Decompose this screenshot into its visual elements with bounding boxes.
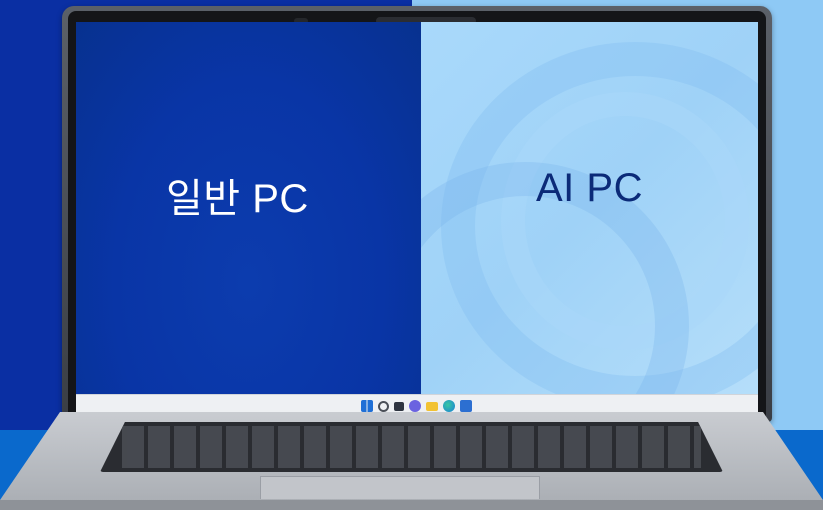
laptop-screen: 일반 PC AI PC (76, 22, 758, 418)
chat-icon[interactable] (409, 400, 421, 412)
keyboard (100, 422, 723, 472)
keyboard-deck (0, 412, 823, 510)
file-explorer-icon[interactable] (426, 402, 438, 411)
edge-browser-icon[interactable] (443, 400, 455, 412)
windows-start-icon[interactable] (361, 400, 373, 412)
normal-pc-panel: 일반 PC (76, 22, 421, 394)
search-icon[interactable] (378, 401, 389, 412)
keyboard-keys (122, 426, 701, 468)
laptop-lid: 일반 PC AI PC (62, 6, 772, 422)
store-icon[interactable] (460, 400, 472, 412)
touchpad (260, 476, 540, 499)
taskbar-icons (361, 400, 472, 412)
ai-pc-panel: AI PC (421, 22, 758, 394)
task-view-icon[interactable] (394, 402, 404, 411)
deck-front-edge (0, 500, 823, 510)
normal-pc-label: 일반 PC (166, 177, 309, 221)
ai-pc-label: AI PC (536, 166, 643, 210)
